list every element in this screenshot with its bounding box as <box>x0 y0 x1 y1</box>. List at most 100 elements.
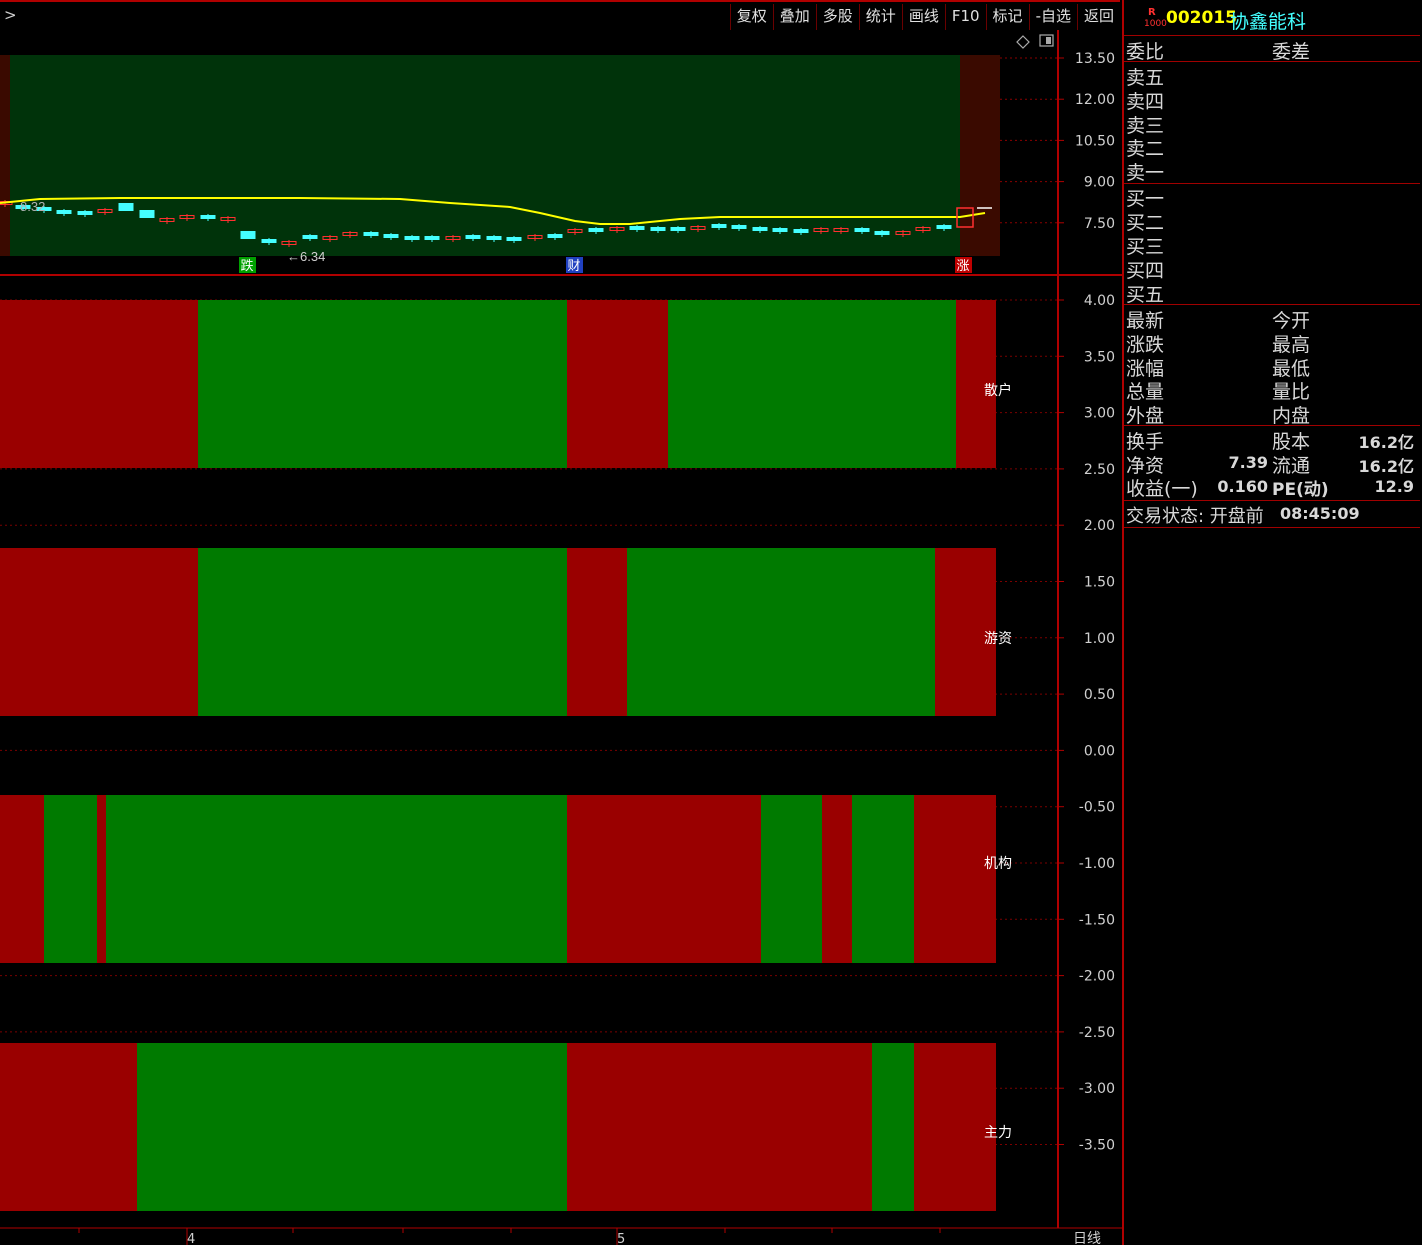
toolbar-button-overlay[interactable]: 叠加 <box>772 4 816 30</box>
candle-body <box>936 225 952 229</box>
upper-axis-label: 12.00 <box>1075 92 1115 108</box>
candle-body <box>588 228 604 232</box>
candle-body <box>486 236 502 240</box>
flow-segment <box>567 1043 872 1211</box>
stat-open: 今开 <box>1272 310 1311 332</box>
flow-segment <box>0 1043 137 1211</box>
buy-5: 买五 <box>1126 284 1165 306</box>
trade-status-label: 交易状态: 开盘前 <box>1126 506 1264 527</box>
stat-volume-ratio: 量比 <box>1272 381 1311 403</box>
flow-segment <box>872 1043 914 1211</box>
window-icon-fill <box>1046 37 1051 44</box>
marker-up[interactable]: 涨 <box>956 259 969 274</box>
sell-1: 卖一 <box>1126 162 1165 184</box>
toolbar-button-statistics[interactable]: 统计 <box>858 4 902 30</box>
low-price-label: ←6.34 <box>287 249 325 264</box>
flow-segment <box>0 300 198 468</box>
lower-axis-label: -3.00 <box>1079 1081 1115 1097</box>
lower-axis-label: -2.50 <box>1079 1025 1115 1041</box>
toolbar-buttons: 复权 叠加 多股 统计 画线 F10 标记 -自选 返回 <box>729 4 1120 30</box>
upper-bg-red-left <box>0 55 10 256</box>
candle-body <box>424 236 440 240</box>
lower-axis-label: -1.00 <box>1079 856 1115 872</box>
toolbar-button-draw-line[interactable]: 画线 <box>901 4 945 30</box>
flow-segment <box>761 795 822 963</box>
lower-axis-label: 2.00 <box>1084 518 1115 534</box>
lower-axis-label: 0.00 <box>1084 743 1115 759</box>
upper-axis-label: 10.50 <box>1075 133 1115 149</box>
candle-body <box>874 231 890 235</box>
toolbar: > 复权 叠加 多股 统计 画线 F10 标记 -自选 返回 <box>0 0 1120 30</box>
candle-body <box>854 228 870 232</box>
row-label-hot-money: 游资 <box>984 631 1012 647</box>
stock-code: 002015 <box>1166 8 1237 28</box>
sell-5: 卖五 <box>1126 67 1165 89</box>
flow-segment <box>567 795 761 963</box>
candle-body <box>465 235 481 239</box>
toolbar-button-remove-watchlist[interactable]: -自选 <box>1028 4 1077 30</box>
toolbar-button-restore-rights[interactable]: 复权 <box>729 4 773 30</box>
lower-axis-label: -2.00 <box>1079 969 1115 985</box>
toolbar-button-f10[interactable]: F10 <box>944 4 986 30</box>
fin-netasset-value: 7.39 <box>1228 453 1268 472</box>
fin-pe-label: PE(动) <box>1272 480 1329 500</box>
flow-segment <box>627 548 935 716</box>
flow-segment <box>44 795 97 963</box>
fin-float-value: 16.2亿 <box>1358 457 1414 476</box>
lower-axis-label: 0.50 <box>1084 687 1115 703</box>
main-chart[interactable]: 13.50 12.00 10.50 9.00 7.50 8.32 ←6.34 跌 财 涨… <box>0 30 1122 1245</box>
toolbar-button-multi-stock[interactable]: 多股 <box>815 4 859 30</box>
candle-body <box>139 210 155 218</box>
stat-change: 涨跌 <box>1126 334 1165 356</box>
sep-buys <box>1124 304 1420 305</box>
candle-body <box>77 211 93 215</box>
stat-outer: 外盘 <box>1126 405 1165 427</box>
lower-axis-label: 2.50 <box>1084 462 1115 478</box>
candle-body <box>711 224 727 228</box>
diamond-icon[interactable] <box>1016 35 1030 49</box>
lower-axis-label: 4.00 <box>1084 293 1115 309</box>
sep-header <box>1124 35 1420 36</box>
row-label-retail: 散户 <box>984 382 1012 399</box>
lower-axis-label: 3.00 <box>1084 406 1115 422</box>
upper-price-axis: 13.50 12.00 10.50 9.00 7.50 <box>1075 51 1115 232</box>
stock-name[interactable]: 协鑫能科 <box>1230 7 1306 34</box>
candle-body <box>261 239 277 243</box>
toolbar-button-mark[interactable]: 标记 <box>985 4 1029 30</box>
fin-eps-label: 收益(一) <box>1126 478 1198 500</box>
lower-axis-label: -3.50 <box>1079 1138 1115 1154</box>
sep-stats <box>1124 425 1420 426</box>
fin-capital-value: 16.2亿 <box>1358 433 1414 452</box>
candle-body <box>363 232 379 236</box>
flow-segment <box>567 548 627 716</box>
upper-gridlines <box>1000 57 1064 224</box>
sep-weibi <box>1124 61 1420 62</box>
flow-bars <box>0 300 996 1211</box>
candle-body <box>506 237 522 241</box>
buy-1: 买一 <box>1126 188 1165 210</box>
lower-axis-label: 1.50 <box>1084 575 1115 591</box>
lower-axis: 4.00 3.50 3.00 2.50 2.00 1.50 1.00 0.50 0.00 -0.5… <box>1079 293 1115 1154</box>
row-label-main-force: 主力 <box>984 1125 1012 1141</box>
marker-finance[interactable]: 财 <box>567 259 580 274</box>
flow-segment <box>0 548 198 716</box>
upper-axis-label: 7.50 <box>1084 216 1115 232</box>
time-label-5: 5 <box>617 1232 625 1245</box>
fin-pe-value: 12.9 <box>1374 477 1414 496</box>
weibi-label: 委比 <box>1126 41 1165 63</box>
flow-segment <box>852 795 914 963</box>
row-label-institution: 机构 <box>984 856 1012 872</box>
toolbar-button-back[interactable]: 返回 <box>1076 4 1120 30</box>
candle-body <box>383 234 399 238</box>
marker-down[interactable]: 跌 <box>240 258 253 274</box>
buy-4: 买四 <box>1126 260 1165 282</box>
candle-body <box>240 231 256 239</box>
lower-axis-label: -1.50 <box>1079 912 1115 928</box>
candle-body <box>793 229 809 233</box>
upper-bg-red-right <box>960 55 1000 256</box>
period-label[interactable]: 日线 <box>1073 1231 1101 1245</box>
upper-bg-green <box>10 55 960 256</box>
sep-book <box>1124 183 1420 184</box>
expand-arrow-icon[interactable]: > <box>4 6 17 24</box>
left-price-label: 8.32 <box>20 199 45 214</box>
